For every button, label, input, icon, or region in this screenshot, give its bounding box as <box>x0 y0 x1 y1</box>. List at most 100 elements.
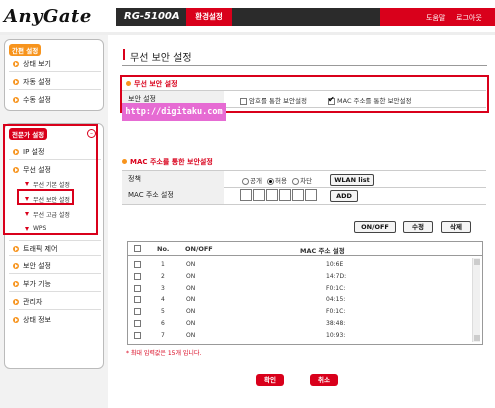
wlan-list-button[interactable]: WLAN list <box>330 174 374 186</box>
table-row[interactable]: 5 ON F0:1C: <box>128 306 472 317</box>
simple-settings-box: 간편 설정 상태 보기 자동 설정 수동 설정 <box>4 39 104 111</box>
cell-no: 6 <box>161 320 165 327</box>
cell-mac: F0:1C: <box>326 284 346 292</box>
main-content: 무선 보안 설정 무선 보안 설정 보안 설정 암호를 통한 보안설정 MAC … <box>110 35 495 408</box>
row-checkbox[interactable] <box>134 320 141 327</box>
mac-input-3[interactable] <box>266 189 278 201</box>
table-row[interactable]: 1 ON 10:6E <box>128 259 472 270</box>
scroll-down-icon[interactable] <box>474 335 480 341</box>
table-row[interactable]: 3 ON F0:1C: <box>128 283 472 294</box>
arrow-bullet-icon <box>13 246 19 252</box>
add-button[interactable]: ADD <box>330 190 358 202</box>
radio-allow[interactable] <box>267 177 275 185</box>
row-checkbox[interactable] <box>134 331 141 339</box>
cell-mac: F0:1C: <box>326 308 346 316</box>
sidebar-item-status-view[interactable]: 상태 보기 <box>9 56 101 72</box>
logout-link[interactable]: 로그아웃 <box>456 13 482 23</box>
mac-input-4[interactable] <box>279 189 291 201</box>
cell-mac: 14:7D: <box>326 272 347 280</box>
policy-label: 정책 <box>122 171 224 187</box>
sidebar-item-extra-features[interactable]: 부가 기능 <box>9 276 101 292</box>
cell-state: ON <box>186 308 196 316</box>
cell-state: ON <box>186 272 196 280</box>
title-marker <box>123 49 125 60</box>
onoff-button[interactable]: ON/OFF <box>354 221 396 233</box>
selected-item-highlight <box>17 189 74 205</box>
anygate-logo: AnyGate <box>4 6 92 27</box>
mac-address-label: MAC 주소 설정 <box>122 187 224 204</box>
cell-no: 2 <box>161 272 165 280</box>
title-divider <box>122 65 487 66</box>
cell-no: 1 <box>161 261 165 268</box>
edit-button[interactable]: 수정 <box>403 221 433 233</box>
arrow-bullet-icon <box>13 263 19 269</box>
policy-row: 정책 공개 허용 차단 WLAN list <box>122 170 486 188</box>
delete-button[interactable]: 삭제 <box>441 221 471 233</box>
sidebar-item-status-info[interactable]: 상태 정보 <box>9 312 101 328</box>
cell-state: ON <box>186 284 196 292</box>
arrow-bullet-icon <box>13 61 19 67</box>
expert-menu-highlight <box>3 124 98 235</box>
watermark: http://digitaku.com <box>122 103 226 121</box>
model-name: RG-5100A <box>124 11 180 22</box>
policy-options: 공개 허용 차단 <box>242 175 312 185</box>
sidebar-item-label: 수동 설정 <box>23 96 51 104</box>
row-checkbox[interactable] <box>134 261 141 268</box>
sidebar-item-traffic-control[interactable]: 트래픽 제어 <box>9 240 101 256</box>
scroll-up-icon[interactable] <box>474 259 480 265</box>
table-scrollbar[interactable] <box>472 258 480 342</box>
row-checkbox[interactable] <box>134 272 141 280</box>
radio-block[interactable] <box>292 177 300 185</box>
mac-input-2[interactable] <box>253 189 265 201</box>
cell-mac: 04:15: <box>326 296 346 304</box>
sidebar-item-label: 상태 보기 <box>23 60 51 68</box>
cell-mac: 38:48: <box>326 320 346 327</box>
table-row[interactable]: 7 ON 10:93: <box>128 330 472 341</box>
table-row[interactable]: 6 ON 38:48: <box>128 318 472 329</box>
cell-mac: 10:6E <box>326 261 344 268</box>
row-checkbox[interactable] <box>134 284 141 292</box>
cancel-button[interactable]: 취소 <box>310 374 338 386</box>
help-link[interactable]: 도움말 <box>426 13 445 23</box>
sidebar-item-label: 자동 설정 <box>23 78 51 86</box>
radio-open[interactable] <box>242 177 249 185</box>
sidebar-item-label: 트래픽 제어 <box>23 245 58 253</box>
col-onoff: ON/OFF <box>185 245 213 253</box>
sidebar-item-security-settings[interactable]: 보안 설정 <box>9 258 101 274</box>
cell-no: 5 <box>161 308 165 316</box>
mac-input-1[interactable] <box>240 189 252 201</box>
mac-address-inputs <box>240 189 318 201</box>
arrow-bullet-icon <box>13 281 19 287</box>
cell-no: 3 <box>161 284 165 292</box>
col-no: No. <box>157 245 170 253</box>
confirm-button[interactable]: 확인 <box>256 374 284 386</box>
cell-no: 4 <box>161 296 165 304</box>
section-mac-title: MAC 주소를 통한 보안설정 <box>122 157 213 167</box>
sidebar-item-label: 상태 정보 <box>23 316 51 324</box>
table-row[interactable]: 2 ON 14:7D: <box>128 271 472 282</box>
cell-mac: 10:93: <box>326 331 346 339</box>
config-tab[interactable]: 환경설정 <box>186 8 232 26</box>
mac-input-5[interactable] <box>292 189 304 201</box>
mac-address-row: MAC 주소 설정 ADD <box>122 187 486 205</box>
arrow-bullet-icon <box>13 317 19 323</box>
sidebar-item-label: 관리자 <box>23 298 43 306</box>
cell-state: ON <box>186 261 196 268</box>
arrow-bullet-icon <box>13 97 19 103</box>
select-all-checkbox[interactable] <box>134 245 141 252</box>
mac-list-table: No. ON/OFF MAC 주소 설정 1 ON 10:6E 2 ON 14:7D: 3 O… <box>127 241 483 345</box>
cell-no: 7 <box>161 331 165 339</box>
sidebar-item-manual-setup[interactable]: 수동 설정 <box>9 92 101 108</box>
section-bullet-icon <box>122 159 127 164</box>
table-row[interactable]: 4 ON 04:15: <box>128 294 472 305</box>
max-entries-note: * 최대 입력값은 15개 입니다. <box>126 350 202 357</box>
cell-state: ON <box>186 296 196 304</box>
arrow-bullet-icon <box>13 299 19 305</box>
table-header: No. ON/OFF MAC 주소 설정 <box>128 242 482 256</box>
row-checkbox[interactable] <box>134 308 141 316</box>
row-checkbox[interactable] <box>134 296 141 304</box>
cell-state: ON <box>186 320 196 327</box>
sidebar-item-admin[interactable]: 관리자 <box>9 294 101 310</box>
sidebar-item-auto-setup[interactable]: 자동 설정 <box>9 74 101 90</box>
mac-input-6[interactable] <box>305 189 317 201</box>
